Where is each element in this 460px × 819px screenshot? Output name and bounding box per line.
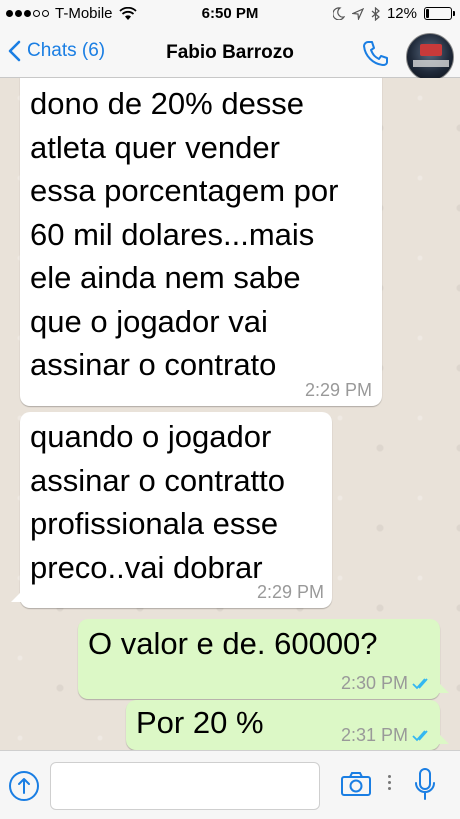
- attach-button[interactable]: [9, 771, 39, 801]
- avatar-band: [413, 60, 449, 67]
- read-ticks-icon: [412, 730, 428, 742]
- location-icon: [351, 7, 364, 20]
- moon-icon: [332, 7, 345, 20]
- composer-bar: [0, 750, 460, 819]
- divider-dots: [388, 775, 392, 793]
- message-text: dono de 20% desse atleta quer vender ess…: [30, 86, 339, 382]
- upload-icon: [18, 778, 30, 794]
- message-text: quando o jogador assinar o contratto pro…: [30, 419, 286, 585]
- camera-icon[interactable]: [340, 771, 372, 797]
- message-list[interactable]: dono de 20% desse atleta quer vender ess…: [0, 78, 460, 750]
- message-time: 2:31 PM: [340, 725, 408, 745]
- message-time: 2:29 PM: [304, 380, 372, 400]
- message-bubble-outgoing[interactable]: O valor e de. 60000? 2:30 PM: [78, 619, 440, 699]
- message-bubble-outgoing[interactable]: Por 20 % 2:31 PM: [126, 700, 440, 750]
- contact-name[interactable]: Fabio Barrozo: [0, 42, 460, 64]
- status-bar: T-Mobile 6:50 PM 12%: [0, 0, 460, 28]
- message-bubble-incoming[interactable]: dono de 20% desse atleta quer vender ess…: [20, 78, 382, 406]
- message-time: 2:30 PM: [340, 673, 408, 693]
- battery-icon: [424, 7, 455, 20]
- avatar-crest: [420, 44, 442, 56]
- battery-level: [426, 9, 429, 18]
- bluetooth-icon: [371, 6, 380, 21]
- phone-icon[interactable]: [362, 39, 390, 67]
- status-right: 12%: [332, 5, 455, 22]
- microphone-icon[interactable]: [414, 767, 436, 803]
- chat-header: Chats (6) Fabio Barrozo: [0, 28, 460, 81]
- avatar[interactable]: [406, 33, 454, 81]
- message-input[interactable]: [50, 762, 320, 810]
- message-bubble-incoming[interactable]: quando o jogador assinar o contratto pro…: [20, 412, 332, 608]
- message-text: Por 20 %: [136, 705, 264, 740]
- read-ticks-icon: [412, 678, 428, 690]
- message-text: O valor e de. 60000?: [88, 626, 378, 661]
- message-meta: 2:31 PM: [341, 725, 432, 746]
- battery-percent: 12%: [386, 5, 417, 22]
- message-time: 2:29 PM: [256, 582, 324, 602]
- message-meta: 2:30 PM: [341, 673, 432, 694]
